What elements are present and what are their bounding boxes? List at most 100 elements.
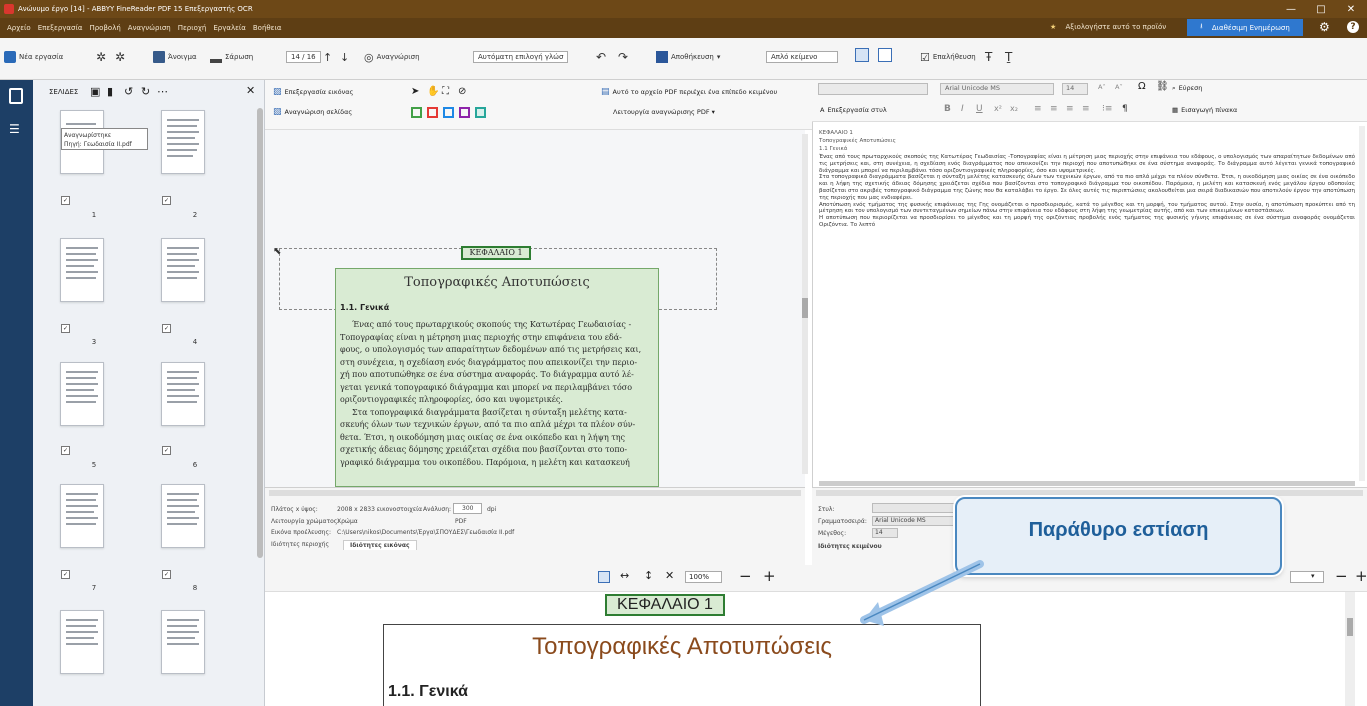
zoom-scrollbar[interactable] bbox=[1345, 592, 1355, 706]
text-tool2-icon[interactable]: Ṯ bbox=[1005, 48, 1012, 66]
zone-handle-icon[interactable]: ⬉ bbox=[273, 246, 281, 257]
superscript-icon[interactable]: x² bbox=[994, 104, 1002, 113]
menu-help[interactable]: Βοήθεια bbox=[253, 24, 282, 32]
link-icon[interactable]: ⛓ bbox=[1156, 81, 1169, 92]
menu-recognize[interactable]: Αναγνώριση bbox=[128, 24, 171, 32]
text-area[interactable]: Τοπογραφικές Αποτυπώσεις 1.1. Γενικά Ένα… bbox=[335, 268, 659, 487]
edit-styles-button[interactable]: A Επεξεργασία στυλ bbox=[820, 106, 887, 114]
text-zoom-in-icon[interactable]: + bbox=[1355, 567, 1367, 585]
rotate-left-icon[interactable]: ↺ bbox=[124, 85, 133, 98]
open-button[interactable]: Άνοιγμα bbox=[153, 48, 197, 66]
save-as-button[interactable]: Αποθήκευση ▾ bbox=[656, 48, 720, 66]
minimize-icon[interactable]: — bbox=[1276, 0, 1306, 18]
update-button[interactable]: ⭳ Διαθέσιμη Ενημέρωση bbox=[1187, 19, 1303, 36]
align-left-icon[interactable]: ≡ bbox=[1034, 104, 1042, 114]
page-thumb-5[interactable] bbox=[60, 362, 104, 426]
area-auto-icon[interactable] bbox=[475, 107, 486, 118]
layout-icon[interactable] bbox=[855, 48, 869, 62]
text-zoom-select[interactable]: ▾ bbox=[1290, 571, 1324, 583]
style-select[interactable] bbox=[818, 83, 928, 95]
grow-font-icon[interactable]: A˄ bbox=[1098, 83, 1106, 91]
delete-page-icon[interactable]: ▮ bbox=[107, 85, 113, 98]
image-scroll-thumb[interactable] bbox=[802, 298, 808, 318]
page-thumb-6[interactable] bbox=[161, 362, 205, 426]
save-pages-icon[interactable]: ▣ bbox=[90, 85, 100, 98]
tab-image-properties[interactable]: Ιδιότητες εικόνας bbox=[343, 540, 417, 550]
area-table-icon[interactable] bbox=[443, 107, 454, 118]
help-icon[interactable]: ? bbox=[1347, 21, 1359, 33]
scan-button[interactable]: Σάρωση bbox=[210, 48, 253, 66]
special-char-icon[interactable]: Ω bbox=[1138, 81, 1146, 92]
zoom-scroll-thumb[interactable] bbox=[1347, 618, 1353, 636]
text-editor[interactable]: ΚΕΦΑΛΑΙΟ 1 Τοπογραφικές Αποτυπώσεις 1.1 … bbox=[812, 122, 1367, 487]
language-select[interactable]: Αυτόματη επιλογή γλώσ bbox=[473, 48, 569, 66]
zoom-in-icon[interactable]: + bbox=[763, 567, 776, 585]
page-down-icon[interactable]: ↓ bbox=[340, 48, 349, 66]
tab-area-properties[interactable]: Ιδιότητες περιοχής bbox=[271, 541, 329, 548]
edit-image-button[interactable]: ▨ Επεξεργασία εικόνας bbox=[273, 87, 353, 97]
area-picture-icon[interactable] bbox=[427, 107, 438, 118]
page-thumb-10[interactable] bbox=[161, 610, 205, 674]
settings-icon[interactable]: ✲ bbox=[96, 48, 106, 66]
chapter-heading-area[interactable]: ΚΕΦΑΛΑΙΟ 1 bbox=[461, 246, 531, 260]
find-button[interactable]: ⌕ Εύρεση bbox=[1172, 84, 1202, 93]
crop-tool-icon[interactable]: ⛶ bbox=[442, 86, 449, 97]
panel-close-icon[interactable]: ✕ bbox=[246, 84, 255, 97]
text-scrollbar[interactable] bbox=[1359, 126, 1365, 481]
undo-icon[interactable]: ↶ bbox=[596, 48, 606, 66]
close-icon[interactable]: ✕ bbox=[1336, 0, 1366, 18]
resolution-field[interactable]: 300 bbox=[453, 503, 483, 514]
underline-icon[interactable]: U bbox=[976, 104, 983, 114]
pdf-mode-dropdown[interactable]: Λειτουργία αναγνώρισης PDF ▾ bbox=[613, 108, 715, 116]
font-size-select[interactable]: 14 bbox=[1062, 83, 1088, 95]
more-icon[interactable]: ⋯ bbox=[157, 85, 168, 98]
fit-page-icon[interactable] bbox=[598, 571, 610, 583]
italic-icon[interactable]: I bbox=[961, 104, 964, 114]
recognize-button[interactable]: ◎ Αναγνώριση bbox=[364, 48, 420, 66]
align-right-icon[interactable]: ≡ bbox=[1066, 104, 1074, 114]
page-thumb-8[interactable] bbox=[161, 484, 205, 548]
recognize-page-button[interactable]: ▧ Αναγνώριση σελίδας bbox=[273, 107, 352, 117]
fit-height-icon[interactable]: ↕ bbox=[644, 569, 653, 582]
format-select[interactable]: Απλό κείμενο bbox=[766, 48, 839, 66]
page-thumb-4[interactable] bbox=[161, 238, 205, 302]
paragraph-icon[interactable]: ¶ bbox=[1122, 104, 1128, 114]
menu-area[interactable]: Περιοχή bbox=[178, 24, 207, 32]
text-hscrollbar-2[interactable] bbox=[816, 490, 1363, 496]
menu-edit[interactable]: Επεξεργασία bbox=[38, 24, 83, 32]
font-select[interactable]: Arial Unicode MS bbox=[940, 83, 1054, 95]
rate-link[interactable]: ★ Αξιολογήστε αυτό το προϊόν bbox=[1050, 23, 1166, 31]
zoom-select[interactable]: 100% bbox=[685, 571, 723, 583]
shrink-font-icon[interactable]: A˅ bbox=[1115, 83, 1123, 91]
verify-button[interactable]: ☑ Επαλήθευση bbox=[920, 48, 976, 66]
page-thumb-7[interactable] bbox=[60, 484, 104, 548]
page-thumb-2[interactable] bbox=[161, 110, 205, 174]
menu-file[interactable]: Αρχείο bbox=[7, 24, 31, 32]
justify-icon[interactable]: ≡ bbox=[1082, 104, 1090, 114]
page-counter[interactable]: 14 / 16 bbox=[286, 48, 321, 66]
font-field[interactable]: Arial Unicode MS bbox=[872, 516, 962, 526]
page-thumb-3[interactable] bbox=[60, 238, 104, 302]
menu-view[interactable]: Προβολή bbox=[89, 24, 120, 32]
insert-table-button[interactable]: ▦ Εισαγωγή πίνακα bbox=[1172, 106, 1237, 114]
list-format-icon[interactable]: ⁝≡ bbox=[1102, 104, 1112, 114]
text-tool-icon[interactable]: Ŧ bbox=[985, 48, 992, 66]
area-bg-icon[interactable] bbox=[459, 107, 470, 118]
new-task-button[interactable]: Νέα εργασία bbox=[4, 48, 63, 66]
maximize-icon[interactable]: □ bbox=[1306, 0, 1336, 18]
fit-width-icon[interactable]: ↔ bbox=[620, 569, 629, 582]
thumbs-scrollbar[interactable] bbox=[257, 108, 263, 558]
zoom-out-icon[interactable]: − bbox=[739, 567, 752, 585]
page-up-icon[interactable]: ↑ bbox=[323, 48, 332, 66]
select-tool-icon[interactable]: ➤ bbox=[411, 86, 419, 97]
style-field[interactable] bbox=[872, 503, 962, 513]
zoom-chapter-area[interactable]: ΚΕΦΑΛΑΙΟ 1 bbox=[605, 594, 725, 616]
actual-size-icon[interactable]: ✕ bbox=[665, 569, 674, 582]
subscript-icon[interactable]: x₂ bbox=[1010, 104, 1018, 113]
area-text-icon[interactable] bbox=[411, 107, 422, 118]
layout2-icon[interactable] bbox=[878, 48, 892, 62]
redo-icon[interactable]: ↷ bbox=[618, 48, 628, 66]
rotate-right-icon[interactable]: ↻ bbox=[141, 85, 150, 98]
eraser-tool-icon[interactable]: ⊘ bbox=[458, 86, 466, 97]
list-icon[interactable]: ☰ bbox=[9, 122, 20, 136]
